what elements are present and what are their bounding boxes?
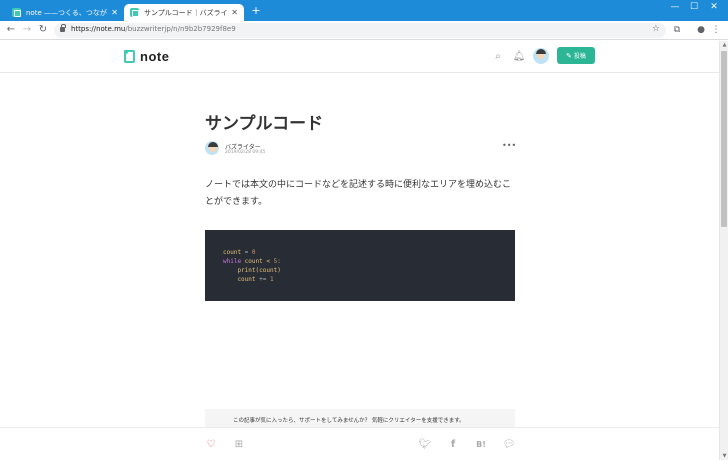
browser-tab-sample-code[interactable]: サンプルコード｜バズライター｜note ✕ [124, 4, 244, 21]
heart-icon[interactable]: ♡ [204, 438, 218, 452]
page-scrollbar[interactable]: ▲ ▼ [719, 41, 728, 460]
post-button[interactable]: ✎ 投稿 [557, 47, 595, 64]
menu-kebab-icon[interactable]: ⋮ [709, 23, 723, 37]
article-action-bar: ♡ ⊞ 🐦︎ f B! 💬︎ [0, 427, 719, 460]
url-text: https://note.mu/buzzwriterjp/n/n9b2b7929… [71, 25, 236, 33]
user-avatar[interactable] [533, 48, 549, 64]
tab-title: note ——つくる、つながる、とどける。 [26, 8, 108, 17]
scrollbar-thumb[interactable] [721, 51, 727, 227]
back-arrow-icon[interactable]: ← [4, 23, 18, 37]
note-logo-icon [124, 50, 135, 63]
new-tab-button[interactable]: + [250, 4, 262, 18]
post-date: 2019/02/28 09:45 [225, 150, 266, 155]
article-paragraph: ノートでは本文の中にコードなどを記述する時に便利なエリアを埋め込むことができます… [205, 180, 512, 207]
tab-close-icon[interactable]: ✕ [111, 8, 118, 17]
code-line: count += 1 [223, 276, 274, 283]
hatena-bookmark-icon[interactable]: B! [474, 438, 488, 452]
more-options-icon[interactable]: ••• [502, 141, 516, 150]
author-avatar[interactable] [205, 141, 219, 155]
add-to-magazine-icon[interactable]: ⊞ [232, 438, 246, 452]
scroll-down-arrow-icon[interactable]: ▼ [721, 452, 728, 460]
site-header: note ⌕ 🔔︎ ✎ 投稿 [0, 41, 719, 73]
tab-close-icon[interactable]: ✕ [231, 8, 238, 17]
line-icon[interactable]: 💬︎ [502, 438, 516, 452]
minimize-button[interactable]: — [664, 0, 686, 14]
pencil-icon: ✎ [566, 51, 572, 60]
bookmark-star-icon[interactable]: ☆ [652, 24, 660, 34]
url-input[interactable]: https://note.mu/buzzwriterjp/n/n9b2b7929… [54, 23, 666, 38]
browser-tab-note-home[interactable]: note ——つくる、つながる、とどける。 ✕ [6, 4, 124, 21]
close-window-button[interactable]: ✕ [700, 0, 728, 14]
facebook-icon[interactable]: f [446, 438, 460, 452]
article-title: サンプルコード [205, 114, 324, 134]
lock-icon [60, 24, 66, 32]
code-line: print(count) [223, 267, 281, 274]
search-icon[interactable]: ⌕ [491, 50, 505, 64]
reload-icon[interactable]: ↻ [36, 23, 50, 37]
bell-icon[interactable]: 🔔︎ [512, 50, 526, 64]
code-line: count = 0 [223, 249, 256, 256]
twitter-icon[interactable]: 🐦︎ [418, 438, 432, 452]
tab-title: サンプルコード｜バズライター｜note [144, 8, 228, 17]
note-favicon-icon [130, 8, 139, 17]
support-message: この記事が気に入ったら、サポートをしてみませんか？ 気軽にクリエイターを支援でき… [233, 418, 465, 424]
address-bar: ← → ↻ https://note.mu/buzzwriterjp/n/n9b… [0, 21, 728, 40]
code-block: count = 0 while count < 5: print(count) … [205, 230, 515, 301]
forward-arrow-icon[interactable]: → [20, 23, 34, 37]
extension-icon[interactable]: ⧉ [670, 23, 684, 37]
support-box: この記事が気に入ったら、サポートをしてみませんか？ 気軽にクリエイターを支援でき… [205, 409, 515, 429]
code-line: while count < 5: [223, 258, 281, 265]
scroll-up-arrow-icon[interactable]: ▲ [721, 41, 728, 49]
account-icon[interactable]: ● [694, 23, 708, 37]
web-page: note ⌕ 🔔︎ ✎ 投稿 サンプルコード バズライター 2019/02/28… [0, 41, 719, 460]
tab-strip: note ——つくる、つながる、とどける。 ✕ サンプルコード｜バズライター｜n… [0, 0, 728, 21]
maximize-button[interactable]: ☐ [687, 0, 701, 14]
note-logo[interactable]: note [124, 49, 169, 64]
note-favicon-icon [12, 8, 21, 17]
